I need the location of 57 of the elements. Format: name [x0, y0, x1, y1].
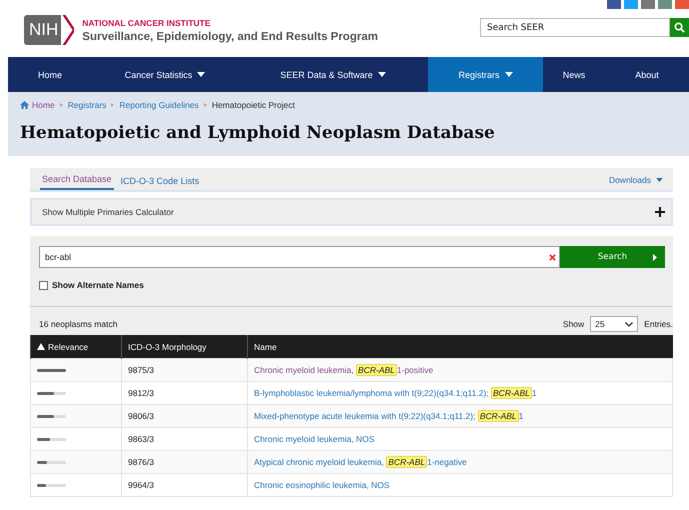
table-cell: 9806/3	[122, 404, 248, 428]
neoplasm-link[interactable]: Chronic myeloid leukemia, NOS	[254, 434, 374, 444]
caret-icon	[378, 72, 386, 77]
caret-icon	[197, 72, 206, 77]
show-label: Show	[562, 319, 584, 329]
clear-icon[interactable]	[549, 254, 556, 260]
relevance-bar	[37, 438, 66, 440]
nih-logo[interactable]: NIH	[24, 15, 74, 45]
chevron-icon	[625, 322, 634, 326]
home-icon	[20, 101, 29, 109]
search-button[interactable]	[670, 18, 689, 37]
caret-icon	[504, 72, 512, 77]
breadcrumb-link[interactable]: Reporting Guidelines	[119, 100, 199, 110]
query-field[interactable]: bcr-abl	[39, 246, 560, 268]
separator-icon	[111, 103, 114, 107]
nav-item[interactable]: News	[543, 57, 605, 92]
search-icon	[674, 22, 685, 33]
entries-label: Entries.	[644, 319, 673, 329]
table-cell: 9876/3	[122, 450, 248, 474]
relevance-bar	[37, 414, 66, 418]
nav-item[interactable]: SEER Data & Software	[238, 57, 428, 92]
breadcrumb-link[interactable]: Home	[32, 100, 55, 110]
match-count: 16 neoplasms match	[39, 319, 118, 329]
caret-icon	[656, 178, 663, 182]
arrow-icon	[653, 254, 657, 260]
relevance-bar	[37, 460, 66, 464]
relevance-bar	[37, 392, 66, 394]
program-name: Surveillance, Epidemiology, and End Results Program	[82, 30, 378, 42]
relevance-bar	[37, 484, 66, 486]
relevance-bar	[37, 368, 66, 372]
separator-icon	[204, 103, 207, 107]
checkbox[interactable]	[39, 280, 48, 290]
tab[interactable]: Search Database	[40, 174, 114, 190]
search-button[interactable]: Search	[560, 246, 665, 268]
breadcrumb-link[interactable]: Registrars	[68, 100, 106, 110]
institute-name: NATIONAL CANCER INSTITUTE	[82, 18, 212, 28]
table-cell: 9875/3	[122, 358, 248, 382]
nav-item[interactable]: About	[605, 57, 689, 92]
column-header[interactable]: ICD-O-3 Morphology	[122, 335, 248, 358]
table-cell: 9964/3	[122, 474, 248, 496]
plus-icon	[655, 207, 665, 217]
column-header[interactable]: Relevance	[30, 335, 122, 358]
page-title: Hematopoietic and Lymphoid Neoplasm Database	[20, 123, 496, 143]
checkbox-label: Show Alternate Names	[52, 280, 144, 290]
tab[interactable]: ICD-O-3 Code Lists	[118, 176, 202, 190]
neoplasm-link[interactable]: Chronic eosinophilic leukemia, NOS	[254, 480, 390, 490]
page-size-select[interactable]: 25	[590, 316, 638, 332]
column-header[interactable]: Name	[248, 335, 672, 358]
breadcrumb-link[interactable]: Hematopoietic Project	[212, 100, 295, 110]
separator-icon	[60, 103, 63, 107]
calculator-toggle[interactable]: Show Multiple Primaries Calculator	[30, 198, 673, 226]
nav-item[interactable]: Home	[8, 57, 92, 92]
downloads-menu[interactable]: Downloads	[608, 175, 663, 190]
nav-item[interactable]: Registrars	[428, 57, 543, 92]
nav-item[interactable]: Cancer Statistics	[92, 57, 238, 92]
search-field[interactable]: Search SEER	[480, 18, 670, 37]
sort-icon	[37, 342, 45, 350]
